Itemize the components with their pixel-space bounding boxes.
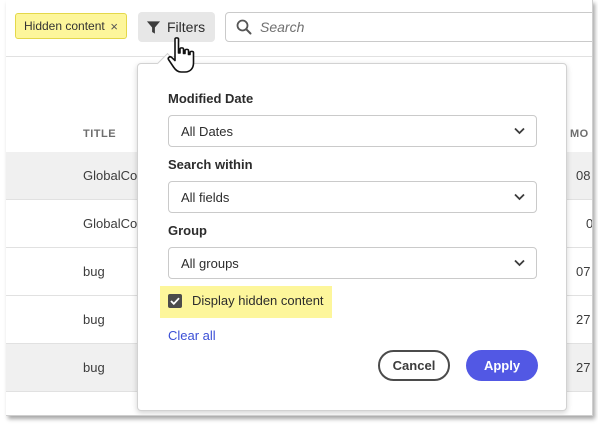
row-title: GlobalCor [83,168,142,183]
modified-date-value: All Dates [181,123,234,139]
modified-date-select[interactable]: All Dates [168,115,537,147]
search-within-label: Search within [168,157,253,172]
chevron-down-icon [514,259,525,267]
row-modified: 07 [576,264,591,279]
column-header-title[interactable]: TITLE [83,128,116,140]
chevron-down-icon [514,127,525,135]
display-hidden-checkbox[interactable] [168,294,182,308]
row-modified: 0 [586,216,593,231]
cancel-button[interactable]: Cancel [378,350,450,381]
row-modified: 27 [576,360,591,375]
group-select[interactable]: All groups [168,247,537,279]
app-window: Hidden content × Filters TITLE MO Global… [6,0,593,416]
search-box[interactable] [225,12,592,42]
group-label: Group [168,223,207,238]
filters-popover: Modified Date All Dates Search within Al… [137,52,567,411]
clear-all-link[interactable]: Clear all [168,328,216,343]
row-modified: 27 [576,312,591,327]
row-title: bug [83,264,105,279]
column-header-modified[interactable]: MO [570,128,589,140]
checkmark-icon [170,297,180,305]
row-modified: 08 [576,168,591,183]
search-icon [236,19,252,35]
row-title: GlobalCo [83,216,138,231]
hidden-content-chip[interactable]: Hidden content × [15,13,127,39]
row-title: bug [83,360,105,375]
search-within-select[interactable]: All fields [168,181,537,213]
chip-close-icon[interactable]: × [110,19,118,34]
search-input[interactable] [258,18,562,36]
search-within-value: All fields [181,189,230,205]
chip-label: Hidden content [24,19,105,33]
hand-pointer-icon [167,37,195,73]
modified-date-label: Modified Date [168,91,254,106]
group-value: All groups [181,255,239,271]
display-hidden-label[interactable]: Display hidden content [192,293,324,308]
row-title: bug [83,312,105,327]
filters-button-label: Filters [167,19,206,35]
apply-button[interactable]: Apply [466,350,538,381]
toolbar: Hidden content × Filters [6,0,592,57]
chevron-down-icon [514,193,525,201]
filter-icon [146,20,161,34]
